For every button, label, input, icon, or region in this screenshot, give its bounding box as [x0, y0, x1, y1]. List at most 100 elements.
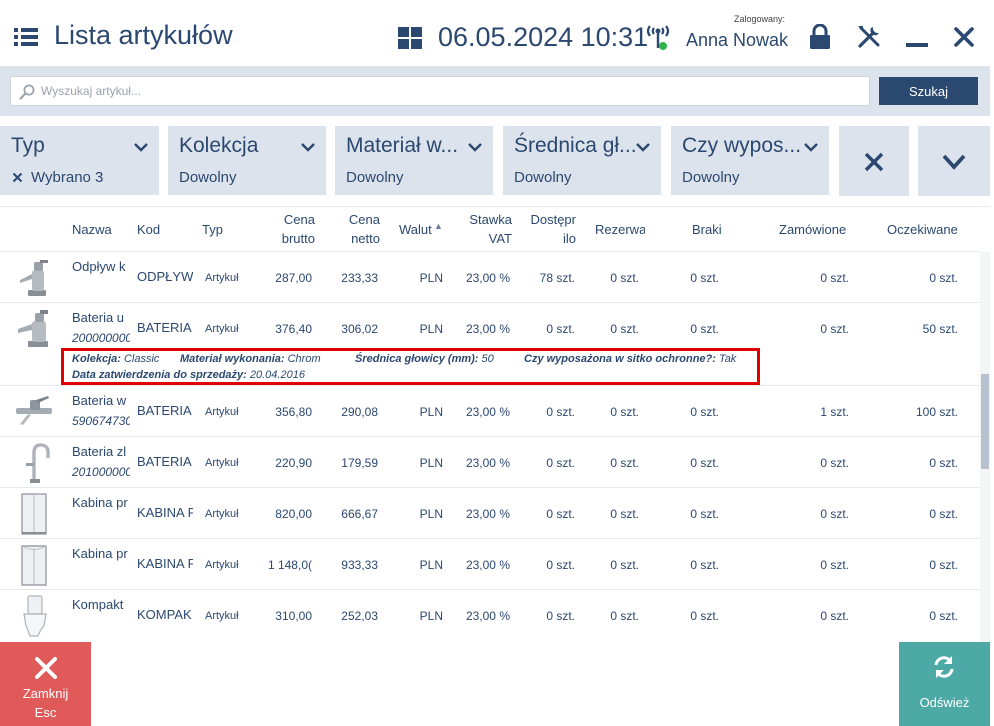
ordered-qty: 0 szt.	[820, 271, 849, 285]
price-gross: 376,40	[275, 322, 312, 336]
scrollbar-thumb[interactable]	[981, 374, 989, 469]
table-row[interactable]: Odpływ k ODPŁYW Artykuł 287,00 233,33 PL…	[0, 251, 980, 302]
item-name: Kabina pr	[72, 546, 128, 561]
col-rezerwacje[interactable]: Rezerwa	[595, 220, 645, 239]
vat-rate: 23,00 %	[465, 271, 510, 285]
reserved-qty: 0 szt.	[610, 507, 639, 521]
expected-qty: 0 szt.	[929, 609, 958, 623]
col-cena-brutto-line1: Cena	[283, 212, 315, 227]
minimize-icon[interactable]	[906, 24, 928, 50]
table-row[interactable]: Bateria zl 201000000 BATERIA Artykuł 220…	[0, 436, 980, 487]
table-row[interactable]: Kompakt KOMPAK Artykuł 310,00 252,03 PLN…	[0, 589, 980, 642]
filter-kolekcja[interactable]: Kolekcja Dowolny	[168, 126, 326, 195]
menu-icon[interactable]	[14, 27, 38, 47]
detail-kolekcja: Kolekcja: Classic	[72, 353, 160, 365]
close-button[interactable]: Zamknij Esc	[0, 642, 91, 726]
filter-material[interactable]: Materiał w... Dowolny	[335, 126, 493, 195]
currency: PLN	[419, 456, 443, 470]
filter-sitko-title: Czy wypos...	[682, 134, 802, 157]
item-type: Artykuł	[205, 559, 239, 571]
col-cena-brutto[interactable]: Cena brutto	[270, 210, 315, 248]
datetime: 06.05.2024 10:31	[438, 22, 649, 52]
clear-filter-icon[interactable]	[12, 172, 23, 183]
refresh-button[interactable]: Odśwież	[899, 642, 990, 726]
col-dostepne[interactable]: Dostępr ilo	[528, 210, 576, 248]
col-vat[interactable]: Stawka VAT	[462, 210, 512, 248]
detail-srednica: Średnica głowicy (mm): 50	[355, 353, 494, 365]
item-type: Artykuł	[205, 610, 239, 622]
price-net: 933,33	[341, 558, 378, 572]
available-qty: 0 szt.	[546, 558, 575, 572]
reserved-qty: 0 szt.	[610, 271, 639, 285]
currency: PLN	[419, 322, 443, 336]
tools-icon[interactable]	[856, 24, 882, 50]
available-qty: 0 szt.	[546, 322, 575, 336]
faucet-image	[20, 260, 48, 296]
col-nazwa[interactable]: Nazwa	[72, 220, 112, 239]
filter-typ[interactable]: Typ Wybrano 3	[0, 126, 159, 195]
item-name: Kabina pr	[72, 495, 128, 510]
shower-cabin-image	[21, 545, 47, 586]
lock-icon[interactable]	[808, 24, 832, 50]
refresh-button-label: Odśwież	[919, 695, 970, 710]
col-braki[interactable]: Braki	[692, 220, 722, 239]
filter-srednica-title: Średnica gł...	[514, 134, 637, 157]
currency: PLN	[419, 405, 443, 419]
ordered-qty: 1 szt.	[820, 405, 849, 419]
item-ean: 200000000	[72, 331, 130, 345]
item-code: BATERIA	[137, 320, 192, 335]
item-ean: 590674730	[72, 414, 130, 428]
item-name: Bateria zl	[72, 444, 127, 459]
price-net: 252,03	[341, 609, 378, 623]
filter-srednica[interactable]: Średnica gł... Dowolny	[503, 126, 661, 195]
col-typ[interactable]: Typ	[202, 220, 223, 239]
item-ean: 201000000	[72, 465, 130, 479]
clear-icon	[864, 152, 884, 172]
search-button[interactable]: Szukaj	[879, 77, 978, 105]
toilet-image	[23, 595, 47, 637]
close-icon[interactable]	[953, 26, 975, 48]
table-row[interactable]: Kabina pr KABINA P Artykuł 1 148,0( 933,…	[0, 538, 980, 589]
search-box[interactable]	[10, 76, 870, 106]
search-input[interactable]	[41, 79, 861, 103]
clear-filters-button[interactable]	[839, 126, 909, 196]
col-oczekiwane[interactable]: Oczekiwane	[887, 220, 958, 239]
chevron-down-icon	[134, 143, 148, 152]
col-dostepne-line2: ilo	[562, 231, 576, 246]
chevron-down-icon	[804, 143, 818, 152]
reserved-qty: 0 szt.	[610, 322, 639, 336]
vat-rate: 23,00 %	[465, 405, 510, 419]
scrollbar[interactable]	[980, 252, 990, 642]
shortage-qty: 0 szt.	[690, 609, 719, 623]
ordered-qty: 0 szt.	[820, 507, 849, 521]
ordered-qty: 0 szt.	[820, 456, 849, 470]
col-waluta[interactable]: Walut	[399, 220, 433, 239]
table-row[interactable]: Kabina pr KABINA P Artykuł 820,00 666,67…	[0, 487, 980, 538]
refresh-icon	[934, 656, 954, 678]
col-zamowione[interactable]: Zamówione	[779, 220, 846, 239]
expand-filters-button[interactable]	[918, 126, 990, 196]
connection-status-icon[interactable]	[644, 22, 672, 52]
filter-sitko[interactable]: Czy wypos... Dowolny	[671, 126, 829, 195]
price-net: 179,59	[341, 456, 378, 470]
table-row[interactable]: Bateria w 590674730 BATERIA Artykuł 356,…	[0, 385, 980, 436]
price-net: 666,67	[341, 507, 378, 521]
price-net: 233,33	[341, 271, 378, 285]
item-type: Artykuł	[205, 272, 239, 284]
sink-faucet-image	[26, 443, 50, 483]
available-qty: 0 szt.	[546, 609, 575, 623]
vat-rate: 23,00 %	[465, 609, 510, 623]
vat-rate: 23,00 %	[465, 322, 510, 336]
currency: PLN	[419, 558, 443, 572]
shortage-qty: 0 szt.	[690, 507, 719, 521]
col-kod[interactable]: Kod	[137, 220, 160, 239]
reserved-qty: 0 szt.	[610, 405, 639, 419]
row-details: Kolekcja: Classic Materiał wykonania: Ch…	[0, 348, 980, 386]
filter-typ-title: Typ	[11, 134, 45, 157]
col-vat-line2: VAT	[488, 231, 512, 246]
reserved-qty: 0 szt.	[610, 558, 639, 572]
faucet-image	[18, 310, 48, 347]
col-cena-netto[interactable]: Cena netto	[340, 210, 380, 248]
windows-grid-icon[interactable]	[398, 27, 422, 49]
vat-rate: 23,00 %	[465, 558, 510, 572]
